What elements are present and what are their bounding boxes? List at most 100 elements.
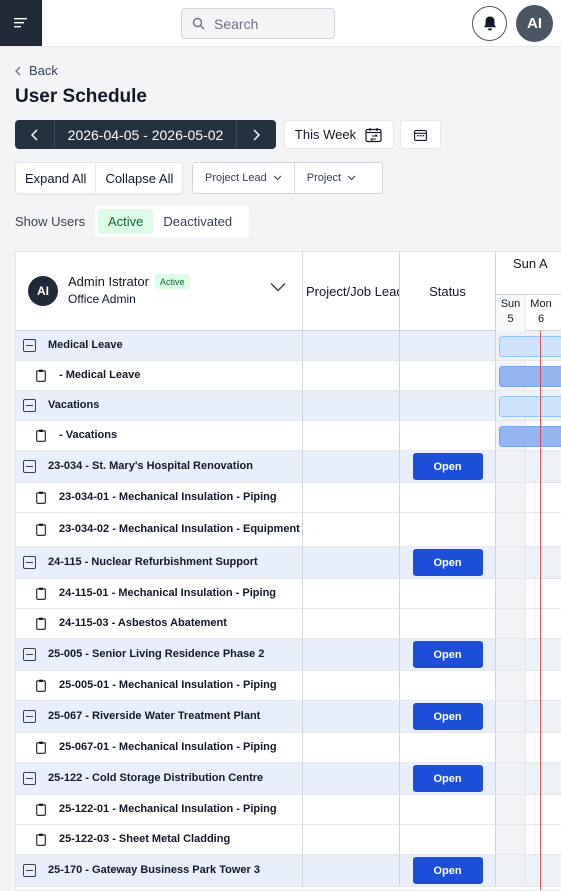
collapse-all-button[interactable]: Collapse All — [95, 163, 182, 193]
day-cell-sun[interactable] — [496, 579, 526, 608]
row-name-cell: 25-122-03 - Sheet Metal Cladding — [16, 825, 303, 854]
chevron-down-icon[interactable] — [270, 282, 286, 292]
day-cell-sun[interactable] — [496, 733, 526, 762]
status-open-button[interactable]: Open — [412, 765, 483, 792]
menu-button[interactable] — [0, 0, 42, 46]
row-name-cell: 23-034-01 - Mechanical Insulation - Pipi… — [16, 483, 303, 512]
collapse-toggle-icon[interactable] — [23, 339, 36, 352]
collapse-toggle-icon[interactable] — [23, 710, 36, 723]
project-lead-cell — [303, 513, 400, 546]
day-cell-sun[interactable] — [496, 795, 526, 824]
day-cell-mon[interactable] — [526, 639, 561, 670]
day-cell-sun[interactable] — [496, 609, 526, 638]
user-avatar[interactable]: AI — [516, 5, 553, 42]
row-name: 25-122-03 - Sheet Metal Cladding — [59, 833, 231, 845]
task-row: 25-122-03 - Sheet Metal Cladding — [16, 825, 561, 855]
day-cell-mon[interactable] — [526, 513, 561, 546]
day-cell-sun[interactable] — [496, 639, 526, 670]
collapse-toggle-icon[interactable] — [23, 556, 36, 569]
status-open-button[interactable]: Open — [412, 641, 483, 668]
project-lead-filter[interactable]: Project Lead — [193, 163, 294, 193]
project-filter-label: Project — [306, 172, 342, 184]
search-placeholder: Search — [214, 15, 259, 32]
expand-all-button[interactable]: Expand All — [16, 163, 95, 193]
schedule-bar[interactable] — [499, 366, 561, 387]
row-name-cell: 25-005 - Senior Living Residence Phase 2 — [16, 639, 303, 670]
project-lead-cell — [303, 763, 400, 794]
date-range[interactable]: 2026-04-05 - 2026-05-02 — [55, 120, 236, 149]
day-cell-mon[interactable] — [526, 451, 561, 482]
day-cell-mon[interactable] — [526, 733, 561, 762]
schedule-bar[interactable] — [499, 336, 561, 357]
page-title: User Schedule — [15, 86, 147, 107]
collapse-toggle-icon[interactable] — [23, 648, 36, 661]
day-header-mon: Mon 6 — [526, 295, 556, 331]
hamburger-icon — [14, 18, 27, 28]
row-name-cell: 24-115-03 - Asbestos Abatement — [16, 609, 303, 638]
schedule-grid: AI Admin Istrator Active Office Admin Pr… — [15, 251, 561, 891]
back-link[interactable]: Back — [15, 63, 58, 78]
row-name: 24-115-03 - Asbestos Abatement — [59, 617, 227, 629]
day-name: Mon — [530, 298, 552, 310]
day-cell-mon[interactable] — [526, 579, 561, 608]
day-cell-sun[interactable] — [496, 855, 526, 886]
day-cell-mon[interactable] — [526, 701, 561, 732]
day-cell-mon[interactable] — [526, 483, 561, 512]
project-lead-cell — [303, 855, 400, 886]
day-cell-mon[interactable] — [526, 609, 561, 638]
project-lead-cell — [303, 579, 400, 608]
project-row: 23-034 - St. Mary's Hospital Renovation O… — [16, 451, 561, 483]
search-input[interactable]: Search — [181, 8, 335, 39]
day-cell-sun[interactable] — [496, 763, 526, 794]
project-lead-cell — [303, 733, 400, 762]
day-cell-mon[interactable] — [526, 825, 561, 854]
status-open-button[interactable]: Open — [412, 857, 483, 884]
notifications-button[interactable] — [472, 6, 507, 41]
day-cell-mon[interactable] — [526, 671, 561, 700]
collapse-toggle-icon[interactable] — [23, 864, 36, 877]
schedule-bar[interactable] — [499, 426, 561, 447]
back-label: Back — [29, 63, 58, 78]
calendar-picker-button[interactable] — [400, 120, 441, 149]
day-cell-sun[interactable] — [496, 547, 526, 578]
collapse-toggle-icon[interactable] — [23, 399, 36, 412]
row-name: - Vacations — [59, 429, 118, 441]
day-cell-sun[interactable] — [496, 513, 526, 546]
day-cell-mon[interactable] — [526, 795, 561, 824]
project-row: Medical Leave — [16, 331, 561, 361]
clipboard-icon — [36, 369, 46, 382]
project-row: Vacations — [16, 391, 561, 421]
status-cell — [400, 825, 496, 854]
project-lead-column-header: Project/Job Lead — [303, 252, 400, 331]
day-cell-sun[interactable] — [496, 451, 526, 482]
status-open-button[interactable]: Open — [412, 703, 483, 730]
status-open-button[interactable]: Open — [412, 453, 483, 480]
collapse-toggle-icon[interactable] — [23, 460, 36, 473]
day-cell-mon[interactable] — [526, 855, 561, 886]
schedule-bar[interactable] — [499, 396, 561, 417]
deactivated-users-option[interactable]: Deactivated — [153, 209, 242, 234]
day-cell-sun[interactable] — [496, 671, 526, 700]
day-cell-sun[interactable] — [496, 825, 526, 854]
this-week-button[interactable]: This Week — [284, 120, 394, 149]
day-cell-mon[interactable] — [526, 547, 561, 578]
status-badge: Active — [155, 274, 190, 289]
next-week-button[interactable] — [236, 120, 276, 149]
task-row: 23-034-01 - Mechanical Insulation - Pipi… — [16, 483, 561, 513]
show-users-label: Show Users — [15, 214, 86, 229]
prev-week-button[interactable] — [15, 120, 55, 149]
collapse-toggle-icon[interactable] — [23, 772, 36, 785]
chevron-left-icon — [31, 128, 38, 141]
status-cell — [400, 609, 496, 638]
day-cell-sun[interactable] — [496, 483, 526, 512]
status-cell — [400, 733, 496, 762]
project-lead-filter-label: Project Lead — [205, 172, 267, 184]
project-row: 25-067 - Riverside Water Treatment Plant… — [16, 701, 561, 733]
status-open-button[interactable]: Open — [412, 549, 483, 576]
row-name: 25-170 - Gateway Business Park Tower 3 — [48, 864, 260, 876]
day-cell-mon[interactable] — [526, 763, 561, 794]
day-cell-sun[interactable] — [496, 701, 526, 732]
project-filter[interactable]: Project — [293, 163, 368, 193]
user-selector[interactable]: AI Admin Istrator Active Office Admin — [16, 252, 303, 331]
active-users-option[interactable]: Active — [98, 209, 154, 234]
